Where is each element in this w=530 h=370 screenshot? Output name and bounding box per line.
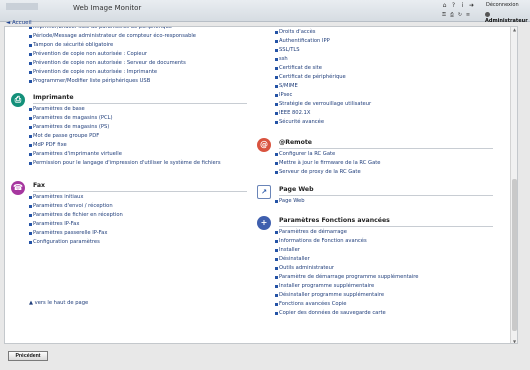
menu-link[interactable]: Stratégie de verrouillage utilisateur [255, 100, 493, 109]
menu-link[interactable]: Certificat de périphérique [255, 73, 493, 82]
menu-link[interactable]: Authentification IPP [255, 37, 493, 46]
menu-link[interactable]: ssh [255, 55, 493, 64]
menu-link[interactable]: Paramètres de démarrage [255, 228, 493, 237]
section-fax: ☎ Fax Paramètres initiaux Paramètres d'en… [9, 181, 247, 247]
home-icon[interactable]: ⌂ [440, 2, 449, 9]
menu-link[interactable]: Configurer la RC Gate [255, 150, 493, 159]
menu-link[interactable]: Paramètres d'envoi / réception [9, 202, 247, 211]
logout-link[interactable]: Déconnexion [486, 2, 519, 8]
lock-icon[interactable]: ⚿ [440, 12, 448, 18]
sub-icons: ⚿ ⎙ ↻ ≡ [440, 12, 472, 18]
scroll-up-icon[interactable]: ▲ [511, 27, 517, 33]
menu-link[interactable]: Paramètres de base [9, 105, 247, 114]
menu-link[interactable]: Paramètres initiaux [9, 193, 247, 202]
menu-link[interactable]: Mettre à jour le firmware de la RC Gate [255, 159, 493, 168]
menu-link[interactable]: Paramètres IP-Fax [9, 220, 247, 229]
help-icon[interactable]: ? [449, 2, 458, 9]
menu-link[interactable]: Paramètres de magasins (PCL) [9, 114, 247, 123]
section-title: Page Web [279, 186, 314, 193]
webpage-links: Page Web [255, 197, 493, 206]
vertical-scrollbar[interactable]: ▲ ▼ [510, 27, 517, 343]
menu-link[interactable]: IPsec [255, 91, 493, 100]
menu-link[interactable]: Paramètre de démarrage programme supplém… [255, 273, 493, 282]
user-icon [485, 12, 490, 17]
menu-link[interactable]: MdP PDF fixe [9, 141, 247, 150]
user-indicator: Administrateur [485, 12, 530, 24]
menu-link[interactable]: Paramètres de magasins (PS) [9, 123, 247, 132]
menu-link[interactable]: Certificat de site [255, 64, 493, 73]
menu-link[interactable]: Installer [255, 246, 493, 255]
menu-link[interactable]: Désinstaller programme supplémentaire [255, 291, 493, 300]
top-icons: ⌂? i ➜ [440, 2, 476, 9]
scroll-thumb[interactable] [512, 179, 517, 331]
menu-link[interactable]: IEEE 802.1X [255, 109, 493, 118]
fax-links: Paramètres initiaux Paramètres d'envoi / … [9, 193, 247, 247]
printer-links: Paramètres de base Paramètres de magasins… [9, 105, 247, 168]
menu-link[interactable]: Programmer/Modifier liste périphériques … [9, 77, 247, 86]
footer-bar: Précédent [0, 345, 530, 370]
menu-link[interactable]: Permission pour le langage d'impression … [9, 159, 247, 168]
menu-link[interactable]: Droits d'accès [255, 28, 493, 37]
section-divider [33, 191, 247, 192]
logout-icon[interactable]: ➜ [467, 2, 476, 9]
menu-link[interactable]: Serveur de proxy de la RC Gate [255, 168, 493, 177]
menu-link[interactable]: Page Web [255, 197, 493, 206]
menu-link[interactable]: Paramètres de fichier en réception [9, 211, 247, 220]
section-title: Imprimante [33, 94, 74, 101]
section-divider [279, 226, 493, 227]
left-top-list: Imprimer/Effacer liste de paramètres de … [9, 27, 247, 86]
back-to-top-link[interactable]: ▲ vers le haut de page [29, 300, 88, 306]
list-icon[interactable]: ≡ [464, 12, 472, 18]
print-icon[interactable]: ⎙ [448, 12, 456, 18]
menu-link[interactable]: Sécurité avancée [255, 118, 493, 127]
header-tools: ⌂? i ➜ Déconnexion ⚿ ⎙ ↻ ≡ Administrateur [438, 0, 530, 24]
menu-link[interactable]: Fonctions avancées Copie [255, 300, 493, 309]
remote-links: Configurer la RC Gate Mettre à jour le fi… [255, 150, 493, 177]
menu-link[interactable]: Informations de Fonction avancés [255, 237, 493, 246]
refresh-icon[interactable]: ↻ [456, 12, 464, 18]
section-divider [279, 195, 493, 196]
section-title: Fax [33, 182, 46, 189]
menu-link[interactable]: Tampon de sécurité obligatoire [9, 41, 247, 50]
scroll-down-icon[interactable]: ▼ [511, 339, 517, 343]
menu-link[interactable]: Prévention de copie non autorisée : Copi… [9, 50, 247, 59]
info-icon[interactable]: i [458, 2, 467, 9]
menu-link[interactable]: Installer programme supplémentaire [255, 282, 493, 291]
section-advanced: + Paramètres Fonctions avancées Paramètr… [255, 216, 493, 318]
advanced-links: Paramètres de démarrage Informations de F… [255, 228, 493, 318]
section-divider [279, 148, 493, 149]
menu-link[interactable]: SSL/TLS [255, 46, 493, 55]
menu-link[interactable]: Période/Message administrateur de compte… [9, 32, 247, 41]
menu-link[interactable]: Copier des données de sauvegarde carte [255, 309, 493, 318]
menu-link[interactable]: Paramètres passerelle IP-Fax [9, 229, 247, 238]
menu-link[interactable]: Mot de passe groupe PDF [9, 132, 247, 141]
menu-link[interactable]: Outils administrateur [255, 264, 493, 273]
section-title: @Remote [279, 139, 313, 146]
menu-link[interactable]: Configuration paramètres [9, 238, 247, 247]
section-remote: @ @Remote Configurer la RC Gate Mettre à … [255, 138, 493, 177]
app-title: Web Image Monitor [73, 4, 142, 12]
right-top-list: Droits d'accès Authentification IPP SSL/TL… [255, 28, 493, 127]
menu-link[interactable]: Désinstaller [255, 255, 493, 264]
menu-link[interactable]: Prévention de copie non autorisée : Impr… [9, 68, 247, 77]
section-webpage: ↗ Page Web Page Web [255, 185, 493, 206]
brand-logo [6, 3, 38, 10]
menu-link[interactable]: Prévention de copie non autorisée : Serv… [9, 59, 247, 68]
content-frame: Imprimer/Effacer liste de paramètres de … [4, 26, 518, 344]
section-printer: ⎙ Imprimante Paramètres de base Paramètre… [9, 93, 247, 168]
user-name: Administrateur [485, 18, 528, 24]
app-header: Web Image Monitor ⌂? i ➜ Déconnexion ⚿ ⎙ ↻ ≡ … [0, 0, 530, 24]
menu-link[interactable]: Paramètres d'imprimante virtuelle [9, 150, 247, 159]
section-divider [33, 103, 247, 104]
menu-link[interactable]: S/MIME [255, 82, 493, 91]
previous-button[interactable]: Précédent [8, 351, 48, 361]
section-title: Paramètres Fonctions avancées [279, 217, 390, 224]
